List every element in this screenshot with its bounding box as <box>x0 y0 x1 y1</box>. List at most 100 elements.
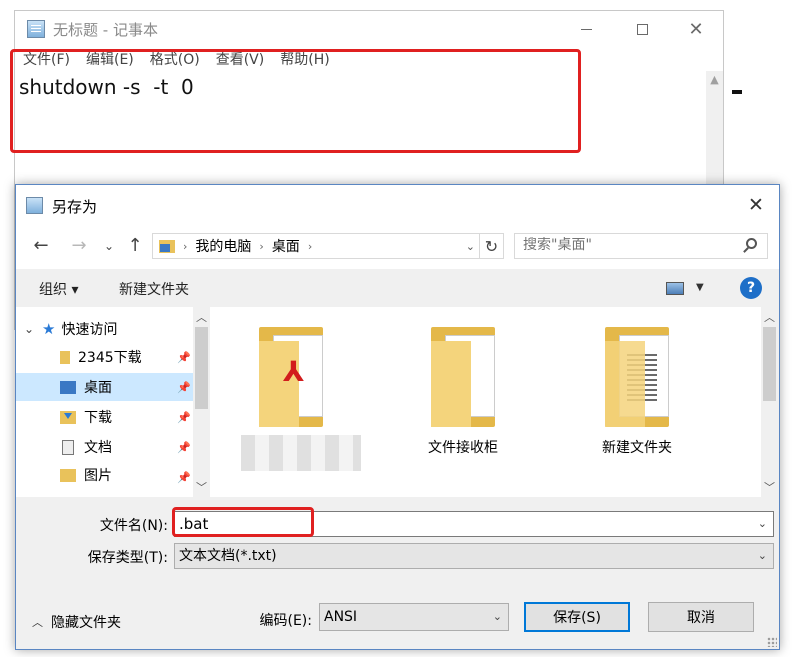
address-dropdown-icon[interactable]: ⌄ <box>466 240 475 253</box>
maximize-icon <box>636 23 648 35</box>
pdf-folder-icon: ⅄ <box>259 327 323 427</box>
breadcrumb-separator-icon[interactable]: › <box>259 240 263 253</box>
file-item[interactable]: ⅄ <box>221 327 361 437</box>
close-icon: ✕ <box>748 194 764 216</box>
file-item-name: 新建文件夹 <box>602 440 672 456</box>
navigation-scrollbar[interactable]: ︿ ﹀ <box>193 307 210 497</box>
breadcrumb-separator-icon[interactable]: › <box>308 240 312 253</box>
pictures-folder-icon <box>60 468 76 482</box>
chevron-down-icon[interactable]: ⌄ <box>16 322 42 336</box>
navigation-pane: ⌄ ★ 快速访问 2345下载 📌 桌面 📌 下载 📌 文档 📌 图片 📌 ︿ … <box>16 307 213 497</box>
scrollbar-thumb[interactable] <box>763 327 776 401</box>
filename-label: 文件名(N): <box>99 518 168 534</box>
blurred-filename <box>241 435 361 471</box>
scroll-up-icon[interactable]: ︿ <box>193 309 210 325</box>
folder-icon <box>605 327 669 427</box>
folder-icon <box>60 350 70 364</box>
desktop-folder-icon <box>60 380 76 394</box>
notepad-icon <box>27 20 45 38</box>
help-icon[interactable]: ? <box>740 277 762 299</box>
minimize-icon <box>580 28 592 30</box>
document-icon <box>62 439 74 455</box>
dialog-titlebar[interactable]: 另存为 ✕ <box>16 185 779 225</box>
maximize-button[interactable] <box>619 11 665 47</box>
save-button[interactable]: 保存(S) <box>524 602 630 632</box>
forward-arrow-icon[interactable]: → <box>68 235 90 256</box>
filetype-value: 文本文档(*.txt) <box>179 548 277 564</box>
navigation-bar: ← → ⌄ ↑ › 我的电脑 › 桌面 › ⌄ ↻ <box>16 225 779 269</box>
desktop-folder-icon <box>159 239 175 253</box>
filetype-label: 保存类型(T): <box>87 550 168 566</box>
up-arrow-icon[interactable]: ↑ <box>124 235 146 256</box>
scroll-up-icon[interactable]: ︿ <box>761 309 778 325</box>
file-item[interactable]: 新建文件夹 <box>567 327 707 457</box>
sidebar-item-label: 图片 <box>84 468 112 484</box>
folder-icon <box>431 327 495 427</box>
back-arrow-icon[interactable]: ← <box>30 235 52 256</box>
sidebar-item-quick-access[interactable]: ⌄ ★ 快速访问 <box>16 315 193 343</box>
filename-highlight-annotation <box>172 507 314 537</box>
cancel-button[interactable]: 取消 <box>648 602 754 632</box>
view-dropdown-icon[interactable]: ▼ <box>696 282 704 293</box>
chevron-down-icon[interactable]: ⌄ <box>758 544 767 568</box>
chevron-down-icon[interactable]: ⌄ <box>493 604 502 630</box>
organize-button[interactable]: 组织 ▾ <box>39 279 78 299</box>
breadcrumb-my-computer[interactable]: 我的电脑 <box>195 236 251 256</box>
scroll-down-icon[interactable]: ﹀ <box>761 479 778 495</box>
sidebar-item-label: 快速访问 <box>61 322 118 338</box>
notepad-titlebar[interactable]: 无标题 - 记事本 ✕ <box>15 11 723 47</box>
hide-folders-label: 隐藏文件夹 <box>51 615 121 631</box>
hide-folders-toggle[interactable]: ︿ 隐藏文件夹 <box>32 612 121 632</box>
search-icon[interactable] <box>746 238 757 249</box>
search-input[interactable] <box>523 237 733 253</box>
breadcrumb-desktop[interactable]: 桌面 <box>272 236 300 256</box>
pin-icon: 📌 <box>177 471 191 484</box>
star-icon: ★ <box>42 320 56 338</box>
refresh-icon[interactable]: ↻ <box>479 234 503 258</box>
notepad-title: 无标题 - 记事本 <box>53 21 158 39</box>
dialog-close-button[interactable]: ✕ <box>741 191 771 219</box>
dialog-toolbar: 组织 ▾ 新建文件夹 ▼ ? <box>16 269 779 307</box>
sidebar-item-pictures[interactable]: 图片 📌 <box>16 463 193 487</box>
pin-icon: 📌 <box>177 411 191 424</box>
close-button[interactable]: ✕ <box>673 11 719 47</box>
encoding-value: ANSI <box>324 609 358 625</box>
sidebar-item-label: 下载 <box>84 410 112 426</box>
sidebar-item-2345-downloads[interactable]: 2345下载 📌 <box>16 343 193 371</box>
background-mark <box>732 90 742 94</box>
recent-locations-chevron-icon[interactable]: ⌄ <box>98 239 120 253</box>
pin-icon: 📌 <box>177 441 191 454</box>
filetype-select[interactable]: 文本文档(*.txt) ⌄ <box>174 543 774 569</box>
sidebar-item-label: 2345下载 <box>78 350 142 366</box>
resize-grip-icon[interactable] <box>767 637 777 647</box>
encoding-label: 编码(E): <box>259 613 313 629</box>
sidebar-item-label: 桌面 <box>84 380 112 396</box>
address-bar[interactable]: › 我的电脑 › 桌面 › ⌄ ↻ <box>152 233 504 259</box>
new-folder-button[interactable]: 新建文件夹 <box>119 279 189 299</box>
chevron-up-icon: ︿ <box>32 616 43 629</box>
breadcrumb-separator-icon[interactable]: › <box>183 240 187 253</box>
minimize-button[interactable] <box>563 11 609 47</box>
scroll-up-icon[interactable]: ▲ <box>706 73 723 86</box>
pin-icon: 📌 <box>177 381 191 394</box>
chevron-down-icon[interactable]: ⌄ <box>758 517 767 530</box>
scroll-down-icon[interactable]: ﹀ <box>193 479 210 495</box>
file-list: ⅄ 文件接收柜 新建文件夹 ︿ ﹀ <box>213 307 778 497</box>
sidebar-item-label: 文档 <box>84 440 112 456</box>
file-item[interactable]: 文件接收柜 <box>393 327 533 457</box>
file-item-name: 文件接收柜 <box>428 440 498 456</box>
sidebar-item-documents[interactable]: 文档 📌 <box>16 433 193 461</box>
highlight-annotation <box>10 49 581 153</box>
notepad-icon <box>26 197 43 214</box>
search-box[interactable] <box>514 233 768 259</box>
download-folder-icon <box>60 410 76 424</box>
file-list-scrollbar[interactable]: ︿ ﹀ <box>761 307 778 497</box>
view-options-icon[interactable] <box>666 282 684 295</box>
close-icon: ✕ <box>688 18 704 40</box>
dialog-title: 另存为 <box>52 198 98 216</box>
sidebar-item-desktop[interactable]: 桌面 📌 <box>16 373 193 401</box>
pin-icon: 📌 <box>177 351 191 364</box>
sidebar-item-downloads[interactable]: 下载 📌 <box>16 403 193 431</box>
encoding-select[interactable]: ANSI ⌄ <box>319 603 509 631</box>
scrollbar-thumb[interactable] <box>195 327 208 409</box>
